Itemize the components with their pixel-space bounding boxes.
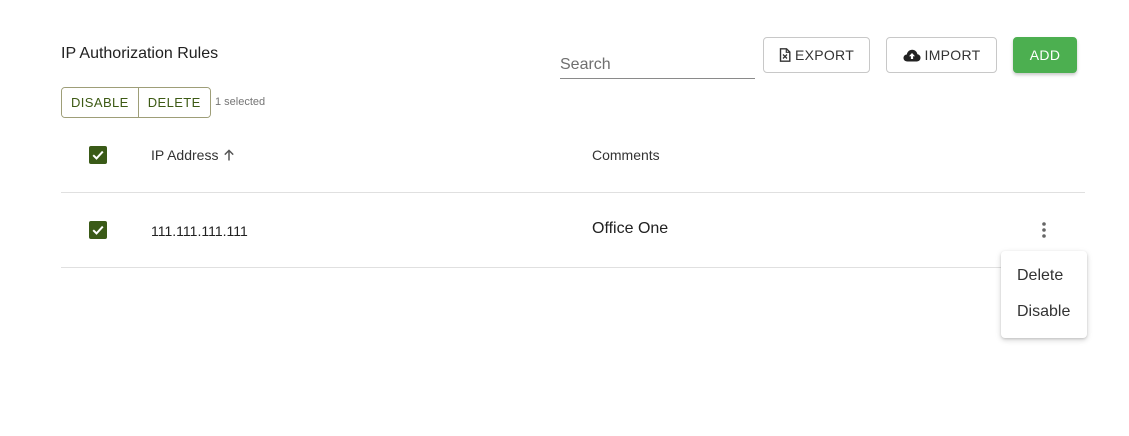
selected-count: 1 selected (215, 96, 266, 108)
bulk-disable-button[interactable]: DISABLE (62, 88, 138, 117)
import-label: IMPORT (924, 47, 981, 63)
ip-address-cell: 111.111.111.111 (151, 223, 248, 239)
bulk-actions: DISABLE DELETE (61, 87, 211, 118)
file-export-icon (779, 48, 791, 62)
add-label: ADD (1029, 47, 1061, 63)
row-actions-menu: Delete Disable (1001, 251, 1087, 338)
comment-cell: Office One (592, 220, 669, 237)
row-divider (61, 267, 1085, 268)
export-label: EXPORT (794, 47, 855, 63)
import-button[interactable]: IMPORT (886, 37, 997, 73)
page-title: IP Authorization Rules (61, 45, 219, 62)
check-icon (92, 150, 104, 160)
cloud-upload-icon (903, 49, 921, 62)
bulk-delete-button[interactable]: DELETE (137, 88, 210, 117)
header-divider (61, 192, 1085, 193)
search-input[interactable] (560, 46, 755, 78)
check-icon (92, 225, 104, 235)
arrow-up-icon (224, 149, 235, 161)
row-checkbox[interactable] (89, 221, 107, 239)
export-button[interactable]: EXPORT (763, 37, 870, 73)
more-vertical-icon (1042, 222, 1046, 238)
menu-item-disable[interactable]: Disable (1017, 303, 1070, 321)
row-actions-button[interactable] (1032, 218, 1056, 242)
search-field[interactable] (560, 46, 755, 79)
add-button[interactable]: ADD (1013, 37, 1077, 73)
column-header-ip-address[interactable]: IP Address (151, 147, 236, 163)
column-header-comments: Comments (592, 147, 660, 163)
select-all-checkbox[interactable] (89, 146, 107, 164)
menu-item-delete[interactable]: Delete (1017, 267, 1063, 285)
column-header-label: IP Address (151, 147, 219, 163)
